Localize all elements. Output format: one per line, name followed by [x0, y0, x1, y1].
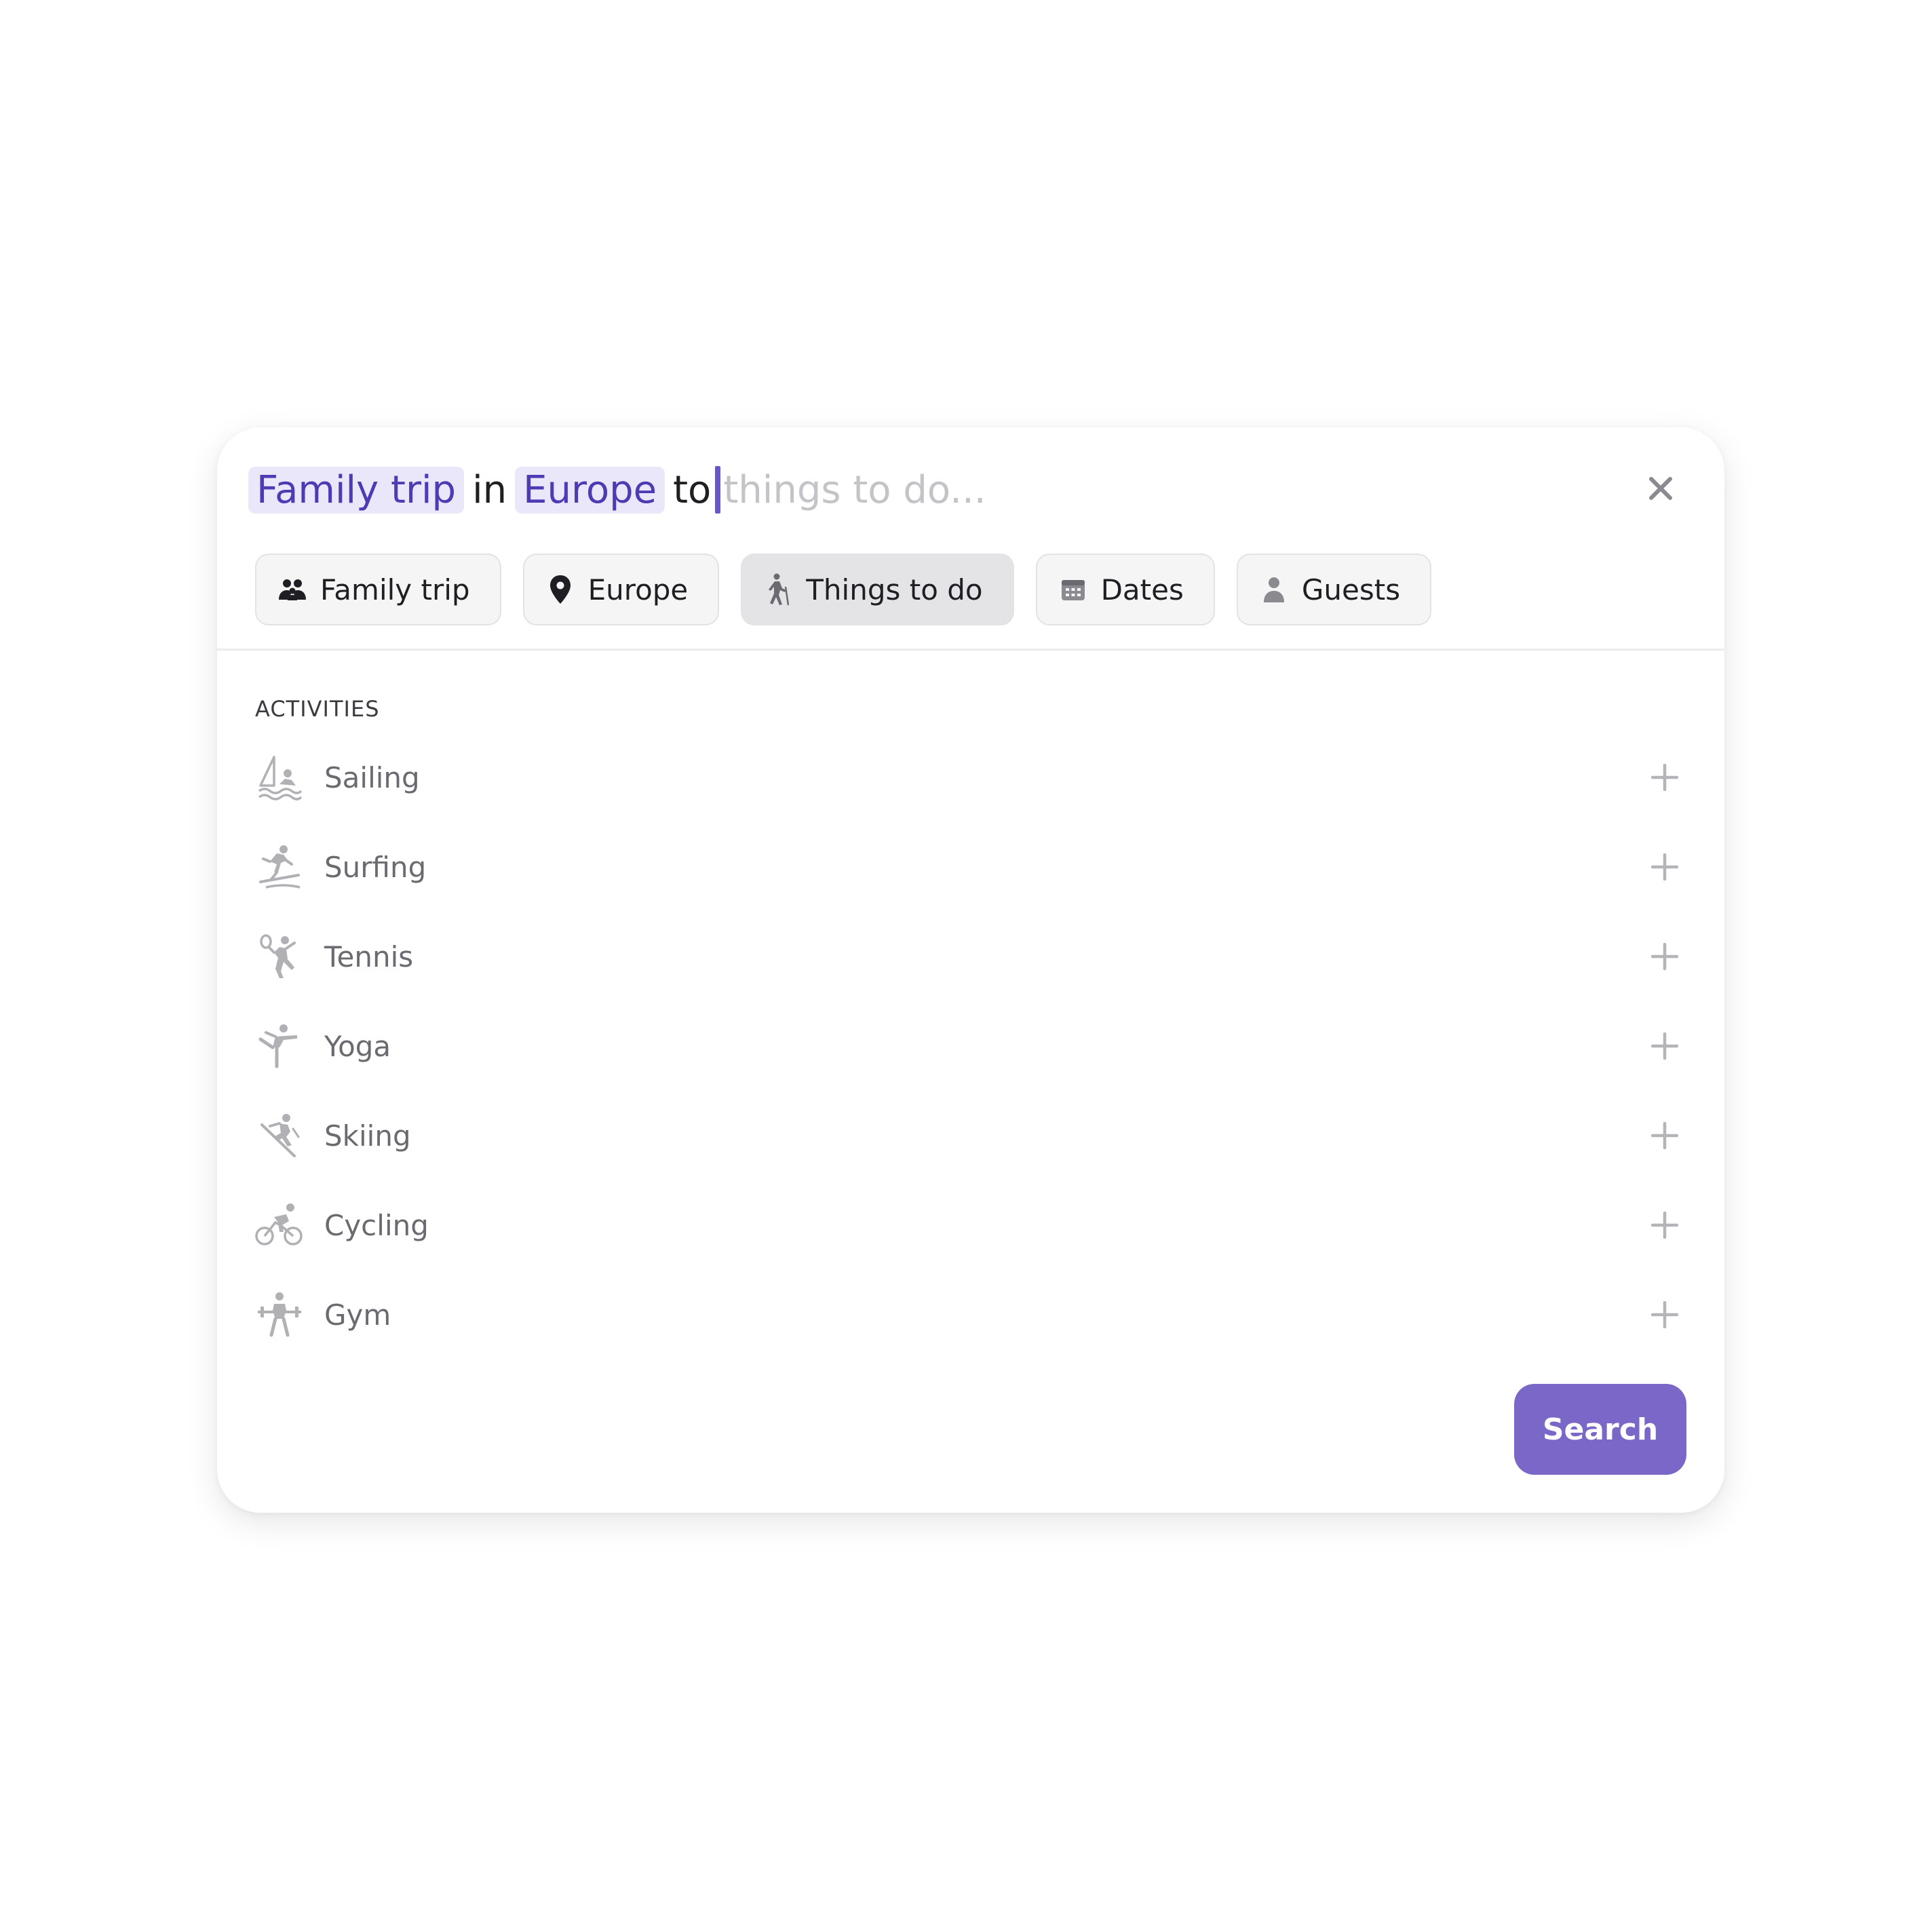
query-token-trip-type[interactable]: Family trip	[248, 466, 465, 514]
activity-label: Cycling	[324, 1208, 429, 1242]
calendar-icon	[1058, 574, 1089, 605]
chip-dates[interactable]: Dates	[1035, 554, 1215, 625]
chip-label: Family trip	[320, 573, 470, 606]
activity-label: Skiing	[324, 1119, 411, 1153]
activity-label: Gym	[324, 1298, 391, 1332]
query-token-destination[interactable]: Europe	[515, 466, 665, 514]
search-button[interactable]: Search	[1514, 1384, 1686, 1475]
chip-things-to-do[interactable]: Things to do	[741, 554, 1014, 625]
chip-label: Europe	[587, 573, 689, 606]
query-input[interactable]: Family trip in Europe to things to do...	[248, 465, 1602, 514]
add-icon[interactable]	[1650, 762, 1680, 792]
close-icon	[1649, 477, 1672, 500]
skiing-icon	[255, 1111, 304, 1160]
filter-chips: Family trip Europe Things to do Dates Gu…	[255, 554, 1432, 625]
activity-item-surfing[interactable]: Surfing	[255, 822, 1686, 912]
add-icon[interactable]	[1650, 1031, 1680, 1061]
chip-label: Things to do	[806, 573, 983, 606]
tennis-icon	[255, 932, 304, 981]
activity-item-tennis[interactable]: Tennis	[255, 912, 1686, 1001]
add-icon[interactable]	[1650, 1300, 1680, 1330]
location-pin-icon	[545, 574, 576, 605]
activity-item-sailing[interactable]: Sailing	[255, 733, 1686, 822]
activity-item-gym[interactable]: Gym	[255, 1270, 1686, 1359]
query-connector-to: to	[673, 467, 712, 512]
gym-icon	[255, 1290, 304, 1339]
yoga-icon	[255, 1022, 304, 1070]
close-button[interactable]	[1640, 468, 1681, 509]
activity-label: Yoga	[324, 1029, 391, 1063]
surfing-icon	[255, 843, 304, 891]
add-icon[interactable]	[1650, 942, 1680, 971]
activity-item-cycling[interactable]: Cycling	[255, 1180, 1686, 1270]
search-dialog: Family trip in Europe to things to do...	[217, 427, 1724, 1513]
cycling-icon	[255, 1201, 304, 1250]
activity-label: Sailing	[324, 760, 420, 794]
person-icon	[1258, 574, 1290, 605]
query-connector-in: in	[472, 467, 507, 512]
activity-label: Surfing	[324, 850, 427, 884]
activity-item-yoga[interactable]: Yoga	[255, 1001, 1686, 1091]
text-caret	[715, 466, 721, 514]
chip-label: Guests	[1301, 573, 1401, 606]
hiking-icon	[762, 573, 794, 606]
activities-list: Sailing Surfing Tennis Yoga Skiing Cycli…	[255, 733, 1686, 1359]
chip-guests[interactable]: Guests	[1236, 554, 1432, 625]
family-icon	[277, 574, 308, 605]
add-icon[interactable]	[1650, 1210, 1680, 1240]
add-icon[interactable]	[1650, 1121, 1680, 1151]
chip-label: Dates	[1100, 573, 1184, 606]
chip-family-trip[interactable]: Family trip	[255, 554, 501, 625]
query-placeholder: things to do...	[723, 467, 986, 512]
divider	[217, 649, 1724, 651]
add-icon[interactable]	[1650, 852, 1680, 882]
section-title-activities: ACTIVITIES	[255, 696, 380, 722]
activity-label: Tennis	[324, 940, 414, 973]
chip-europe[interactable]: Europe	[522, 554, 720, 625]
sailing-icon	[255, 753, 304, 802]
activity-item-skiing[interactable]: Skiing	[255, 1091, 1686, 1180]
